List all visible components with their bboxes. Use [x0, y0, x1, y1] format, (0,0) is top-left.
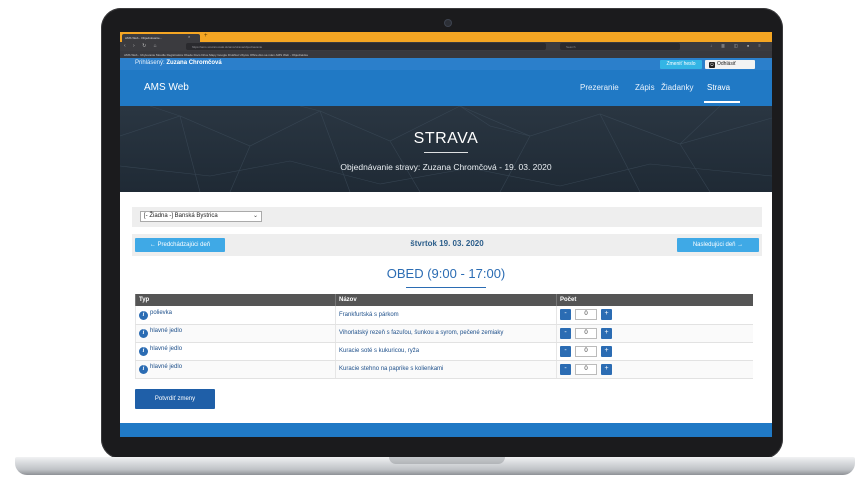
column-header-nazov: Názov — [335, 294, 557, 306]
canteen-selected-value: [- Žiadna -] Banská Bystrica — [144, 213, 218, 219]
table-row: i hlavné jedlo Vihorlatský rezeň s fazuľo… — [135, 324, 753, 343]
decrement-button[interactable]: - — [560, 309, 571, 321]
table-row: i hlavné jedlo Kuracie soté s kukuricou, … — [135, 342, 753, 361]
increment-button[interactable]: + — [601, 309, 612, 321]
increment-button[interactable]: + — [601, 327, 612, 339]
cell-count: -0 + — [556, 324, 753, 343]
change-password-button[interactable]: Zmeniť heslo — [660, 60, 702, 69]
page-hero: STRAVA Objednávanie stravy: Zuzana Chrom… — [120, 106, 772, 192]
browser-search-input[interactable]: Search — [560, 43, 680, 50]
nav-item-prezeranie[interactable]: Prezeranie — [580, 83, 619, 92]
next-day-button[interactable]: Nasledujúci deň → — [677, 238, 759, 252]
browser-tab-title: AMS Web - Objednávanie... — [125, 36, 163, 40]
meal-type: hlavné jedlo — [150, 346, 183, 352]
nav-active-indicator — [704, 101, 740, 103]
meal-name: Frankfurtská s párkom — [335, 306, 557, 325]
quantity-stepper: -0 + — [560, 363, 612, 375]
cell-type: i hlavné jedlo — [135, 342, 336, 361]
logged-in-username: Zuzana Chromčová — [166, 60, 222, 66]
meal-name: Kuracie soté s kukuricou, ryža — [335, 342, 557, 361]
address-bar[interactable]: https://ams.ssvzaroovak.sk/ams/strava/ob… — [186, 43, 546, 50]
camera-icon — [445, 20, 451, 26]
cell-count: -0 + — [556, 306, 753, 325]
meal-title-divider — [406, 287, 486, 288]
table-row: i hlavné jedlo Kuracie stehno na paprike … — [135, 360, 753, 379]
browser-tab-strip: AMS Web - Objednávanie... × + — [120, 32, 772, 42]
power-icon: ⏻ — [709, 62, 715, 68]
quantity-input[interactable]: 0 — [575, 309, 597, 321]
logged-in-label: Prihlásený: — [135, 60, 165, 66]
meal-type: hlavné jedlo — [150, 328, 183, 334]
canteen-panel: [- Žiadna -] Banská Bystrica ⌄ — [132, 207, 762, 227]
nav-item-strava[interactable]: Strava — [707, 83, 730, 92]
meal-type: hlavné jedlo — [150, 364, 183, 370]
close-icon[interactable]: × — [188, 34, 190, 39]
info-icon[interactable]: i — [139, 329, 148, 338]
cell-type: i polievka — [135, 306, 336, 325]
nav-item-zapis[interactable]: Zápis — [635, 83, 655, 92]
info-icon[interactable]: i — [139, 310, 148, 320]
canteen-select[interactable]: [- Žiadna -] Banská Bystrica ⌄ — [140, 211, 262, 222]
browser-toolbar-icons[interactable]: ↓ ▥ ◫ ● ≡ — [710, 43, 765, 48]
meal-name: Vihorlatský rezeň s fazuľou, šunkou a sy… — [335, 324, 557, 343]
page-subtitle: Objednávanie stravy: Zuzana Chromčová - … — [340, 162, 552, 172]
table-row: i polievka Frankfurtská s párkom -0 + — [135, 306, 753, 325]
info-icon[interactable]: i — [139, 347, 148, 356]
quantity-stepper: -0 + — [560, 327, 612, 339]
laptop-notch — [389, 457, 505, 464]
confirm-changes-button[interactable]: Potvrdiť zmeny — [135, 389, 215, 409]
quantity-stepper: -0 + — [560, 309, 612, 321]
cell-type: i hlavné jedlo — [135, 324, 336, 343]
quantity-input[interactable]: 0 — [575, 363, 597, 375]
cell-type: i hlavné jedlo — [135, 360, 336, 379]
logout-label: Odhlásiť — [717, 61, 736, 67]
bookmarks-bar[interactable]: AMS Web - Ubytovanie Moodle Registratúra… — [120, 51, 772, 58]
main-navbar: AMS Web Prezeranie Zápis Žiadanky Strava — [120, 70, 772, 106]
quantity-input[interactable]: 0 — [575, 327, 597, 339]
day-navigation: ← Predchádzajúci deň štvrtok 19. 03. 202… — [132, 234, 762, 256]
new-tab-icon[interactable]: + — [204, 33, 208, 39]
logged-in-user: Prihlásený: Zuzana Chromčová — [135, 60, 222, 66]
meal-table: Typ Názov Počet i polievka Frankfurtská s… — [135, 294, 753, 379]
nav-item-ziadanky[interactable]: Žiadanky — [661, 83, 693, 92]
decrement-button[interactable]: - — [560, 327, 571, 339]
hero-background-pattern — [120, 106, 772, 192]
meal-name: Kuracie stehno na paprike s kolienkami — [335, 360, 557, 379]
info-icon[interactable]: i — [139, 365, 148, 374]
quantity-stepper: -0 + — [560, 345, 612, 357]
browser-toolbar: ‹ › ↻ ⌂ https://ams.ssvzaroovak.sk/ams/s… — [120, 42, 772, 51]
increment-button[interactable]: + — [601, 363, 612, 375]
user-bar: Prihlásený: Zuzana Chromčová Zmeniť hesl… — [120, 58, 772, 70]
meal-title: OBED (9:00 - 17:00) — [386, 266, 506, 281]
cell-count: -0 + — [556, 360, 753, 379]
current-day-label: štvrtok 19. 03. 2020 — [410, 239, 484, 248]
quantity-input[interactable]: 0 — [575, 345, 597, 357]
page-title: STRAVA — [413, 130, 479, 147]
meal-type: polievka — [150, 309, 173, 316]
cell-count: -0 + — [556, 342, 753, 361]
decrement-button[interactable]: - — [560, 363, 571, 375]
screen: AMS Web - Objednávanie... × + ‹ › ↻ ⌂ ht… — [120, 32, 772, 437]
brand-logo[interactable]: AMS Web — [144, 82, 189, 93]
logout-button[interactable]: ⏻ Odhlásiť — [705, 60, 755, 69]
browser-nav-icons[interactable]: ‹ › ↻ ⌂ — [124, 43, 160, 49]
column-header-typ: Typ — [135, 294, 336, 306]
increment-button[interactable]: + — [601, 345, 612, 357]
column-header-pocet: Počet — [556, 294, 753, 306]
laptop-mockup: AMS Web - Objednávanie... × + ‹ › ↻ ⌂ ht… — [0, 0, 865, 483]
chevron-down-icon: ⌄ — [252, 213, 258, 219]
table-header-row: Typ Názov Počet — [135, 294, 753, 306]
page-footer — [120, 423, 772, 437]
title-divider — [424, 152, 468, 153]
decrement-button[interactable]: - — [560, 345, 571, 357]
